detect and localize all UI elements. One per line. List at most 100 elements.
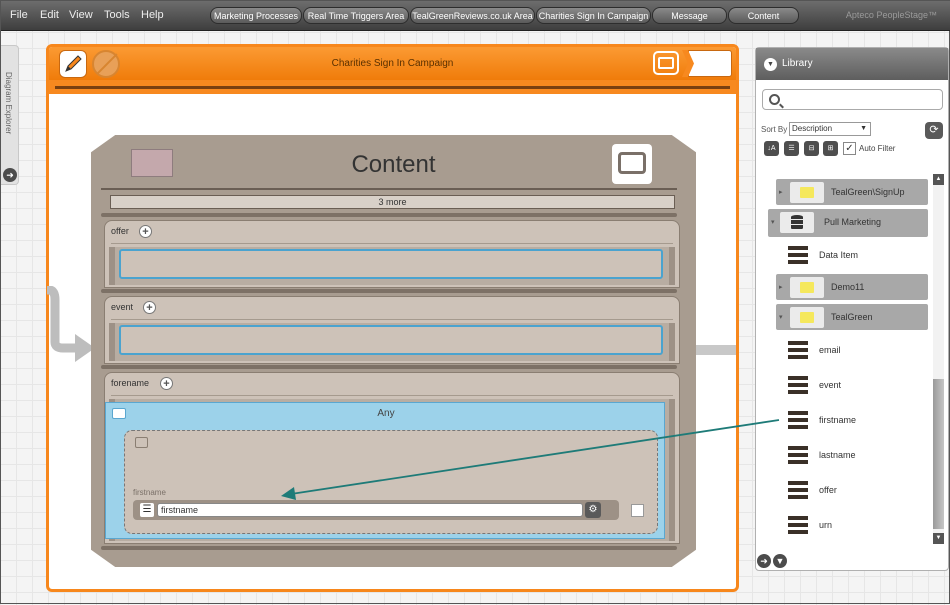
list-item[interactable]: firstname <box>786 407 926 433</box>
window-icon[interactable] <box>653 51 679 75</box>
firstname-input[interactable]: firstname <box>157 503 583 517</box>
campaign-divider <box>55 86 730 89</box>
content-node[interactable]: Content 3 more offer + event + forename … <box>91 135 696 567</box>
menu-tools[interactable]: Tools <box>104 9 130 21</box>
list-view-icon[interactable]: ☰ <box>784 141 799 156</box>
offer-drop-zone[interactable] <box>119 249 663 279</box>
window-icon[interactable] <box>612 144 652 184</box>
caret-down-icon: ▼ <box>860 125 867 132</box>
scroll-up-icon[interactable]: ▲ <box>933 174 944 185</box>
list-item[interactable]: ▸ TealGreen\SignUp <box>776 179 928 205</box>
scroll-down-icon[interactable]: ▼ <box>933 533 944 544</box>
firstname-drop-container: firstname ☰ firstname ⚙ <box>124 430 658 534</box>
menu-edit[interactable]: Edit <box>40 9 59 21</box>
diagram-explorer-panel[interactable]: Diagram Explorer ➜ <box>1 45 19 185</box>
any-label: Any <box>377 408 395 419</box>
campaign-title: Charities Sign In Campaign <box>331 58 454 69</box>
sort-by-select[interactable]: Description ▼ <box>789 122 871 136</box>
breadcrumb-content[interactable]: Content <box>728 7 799 24</box>
inner-checkbox[interactable] <box>135 437 148 448</box>
data-item-icon <box>788 516 808 534</box>
library-scrollbar[interactable]: ▲ ▼ <box>933 174 944 544</box>
add-offer-plus-icon[interactable]: + <box>139 225 152 238</box>
library-header[interactable]: ▼ Library <box>756 48 948 80</box>
list-item[interactable]: urn <box>786 512 926 538</box>
search-icon <box>769 94 780 105</box>
list-item[interactable]: ▸ Demo11 <box>776 274 928 300</box>
sort-by-value: Description <box>792 124 833 133</box>
database-icon <box>780 212 814 233</box>
section-forename-label: forename <box>111 378 150 388</box>
list-item[interactable]: event <box>786 372 926 398</box>
menu-view[interactable]: View <box>69 9 93 21</box>
expand-triangle-icon[interactable]: ▸ <box>779 283 783 291</box>
firstname-field-row: ☰ firstname ⚙ <box>133 500 619 520</box>
section-divider <box>101 365 677 369</box>
event-slot <box>109 323 675 361</box>
menu-help[interactable]: Help <box>141 9 164 21</box>
section-event-label: event <box>111 302 134 312</box>
list-item[interactable]: Data Item <box>786 242 926 268</box>
add-forename-plus-icon[interactable]: + <box>160 377 173 390</box>
sort-az-icon[interactable]: ↓A <box>764 141 779 156</box>
menu-file[interactable]: File <box>10 9 28 21</box>
more-button[interactable]: 3 more <box>110 195 675 209</box>
section-divider <box>101 213 677 217</box>
data-item-icon <box>788 376 808 394</box>
section-line <box>111 319 673 320</box>
outgoing-connector <box>695 345 736 355</box>
list-item[interactable]: lastname <box>786 442 926 468</box>
breadcrumb-charities-campaign[interactable]: Charities Sign In Campaign <box>536 7 651 24</box>
section-line <box>111 395 673 396</box>
breadcrumb-marketing-processes[interactable]: Marketing Processes <box>210 7 302 24</box>
expand-arrow-icon[interactable]: ➜ <box>757 554 771 568</box>
scrollbar-thumb[interactable] <box>933 379 944 529</box>
data-item-icon <box>788 246 808 264</box>
menu-bar: File Edit View Tools Help Marketing Proc… <box>1 1 950 31</box>
content-title: Content <box>351 151 436 178</box>
gear-icon[interactable]: ⚙ <box>585 502 601 518</box>
collapse-triangle-icon[interactable]: ▾ <box>771 218 775 226</box>
list-item[interactable]: ▾ TealGreen <box>776 304 928 330</box>
library-search-input[interactable] <box>762 89 943 110</box>
list-item[interactable]: offer <box>786 477 926 503</box>
section-offer: offer + <box>104 220 680 288</box>
campaign-header: Charities Sign In Campaign <box>49 47 736 80</box>
diagram-explorer-label: Diagram Explorer <box>4 72 13 135</box>
library-footer: ➜ ▼ <box>756 550 948 570</box>
expand-arrow-icon[interactable]: ➜ <box>3 168 17 182</box>
collapse-icon[interactable]: ⊟ <box>804 141 819 156</box>
list-item-label: lastname <box>819 450 856 460</box>
sort-by-label: Sort By <box>761 125 788 134</box>
chevron-down-icon[interactable]: ▼ <box>764 58 777 71</box>
expand-triangle-icon[interactable]: ▸ <box>779 188 783 196</box>
auto-filter-checkbox[interactable]: ✓ <box>843 142 856 155</box>
section-divider <box>101 546 677 550</box>
breadcrumb-real-time-triggers[interactable]: Real Time Triggers Area <box>303 7 409 24</box>
folder-icon <box>790 182 824 203</box>
data-item-icon <box>788 446 808 464</box>
list-item-label: Pull Marketing <box>824 217 882 227</box>
list-icon[interactable]: ☰ <box>140 503 154 517</box>
options-icon[interactable]: ▼ <box>773 554 787 568</box>
section-event: event + <box>104 296 680 364</box>
panel-tab-button[interactable] <box>688 50 732 77</box>
list-item[interactable]: email <box>786 337 926 363</box>
expand-icon[interactable]: ⊞ <box>823 141 838 156</box>
list-item-label: Demo11 <box>831 282 865 292</box>
firstname-checkbox[interactable] <box>631 504 644 517</box>
add-event-plus-icon[interactable]: + <box>143 301 156 314</box>
any-condition-box[interactable]: Any firstname ☰ firstname ⚙ <box>105 402 665 539</box>
list-item[interactable]: ▾ Pull Marketing <box>768 209 928 237</box>
list-item-label: TealGreen <box>831 312 873 322</box>
list-item-label: TealGreen\SignUp <box>831 187 905 197</box>
breadcrumb-message[interactable]: Message <box>652 7 727 24</box>
data-item-icon <box>788 411 808 429</box>
offer-slot <box>109 247 675 285</box>
event-drop-zone[interactable] <box>119 325 663 355</box>
data-item-icon <box>788 341 808 359</box>
list-item-label: event <box>819 380 842 390</box>
refresh-icon[interactable]: ⟳ <box>925 122 943 139</box>
breadcrumb-tealgreenreviews[interactable]: TealGreenReviews.co.uk Area <box>410 7 535 24</box>
collapse-triangle-icon[interactable]: ▾ <box>779 313 783 321</box>
